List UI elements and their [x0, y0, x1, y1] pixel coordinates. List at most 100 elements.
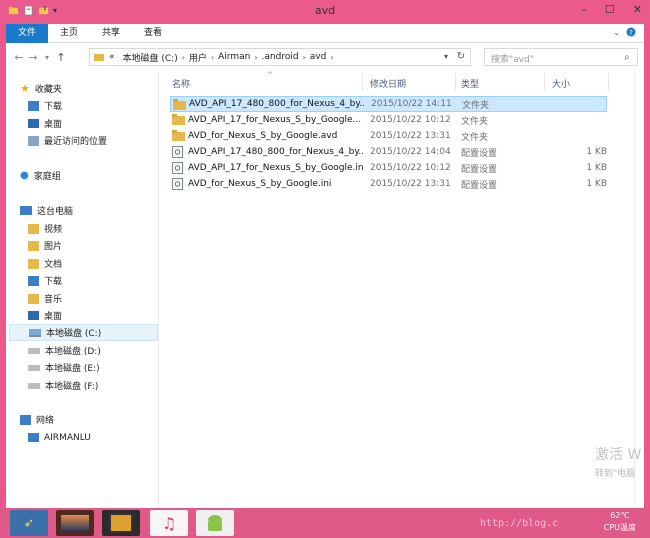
help-icon[interactable]: ? — [626, 27, 636, 37]
folder-icon — [172, 114, 185, 125]
nav-label: 本地磁盘 (E:) — [45, 364, 100, 374]
search-icon[interactable]: ⌕ — [624, 52, 630, 63]
sort-arrow-icon: ^ — [267, 71, 273, 79]
window-title: avd — [314, 4, 336, 17]
column-divider[interactable] — [544, 73, 545, 91]
file-type: 文件夹 — [461, 116, 489, 127]
window-controls: – ☐ ✕ — [581, 3, 642, 16]
nav-drive-c[interactable]: 本地磁盘 (C:) — [9, 324, 158, 341]
nav-drive-e[interactable]: 本地磁盘 (E:) — [28, 359, 100, 376]
nav-label: AIRMANLU — [44, 432, 91, 443]
nav-downloads-fav[interactable]: 下载 — [28, 97, 62, 114]
column-divider[interactable] — [455, 73, 456, 91]
maximize-icon[interactable]: ☐ — [605, 3, 615, 16]
file-type: 配置设置 — [461, 180, 498, 191]
file-name: AVD_for_Nexus_S_by_Google.ini — [188, 179, 332, 189]
nav-homegroup[interactable]: ● 家庭组 — [20, 167, 61, 184]
column-divider[interactable] — [362, 73, 363, 91]
column-type[interactable]: 类型 — [461, 77, 479, 90]
nav-label: 视频 — [44, 225, 63, 235]
tab-home[interactable]: 主页 — [48, 24, 90, 43]
taskbar-app-android[interactable] — [196, 510, 234, 536]
address-bar[interactable]: « 本地磁盘 (C:) › 用户 › Airman › .android › a… — [89, 48, 471, 66]
table-row[interactable]: AVD_API_17_for_Nexus_S_by_Google... 2015… — [170, 112, 607, 128]
nav-downloads[interactable]: 下载 — [28, 272, 62, 289]
nav-music[interactable]: 音乐 — [28, 290, 62, 307]
tab-share[interactable]: 共享 — [90, 24, 132, 43]
taskbar-app-photo[interactable] — [56, 510, 94, 536]
back-arrow-icon[interactable]: ← — [12, 51, 26, 64]
file-name: AVD_API_17_480_800_for_Nexus_4_by... — [188, 147, 363, 157]
chevron-right-icon[interactable]: › — [330, 53, 333, 62]
nav-thispc[interactable]: 这台电脑 — [20, 202, 73, 219]
file-date: 2015/10/22 10:12 — [370, 115, 451, 125]
file-date: 2015/10/22 10:12 — [370, 163, 451, 173]
file-name: AVD_API_17_for_Nexus_S_by_Google... — [188, 115, 362, 125]
download-folder-icon — [28, 100, 39, 111]
ribbon-right: ⌄ ? — [613, 27, 636, 37]
breadcrumb-avd[interactable]: avd — [306, 52, 331, 62]
vertical-scrollbar[interactable] — [634, 71, 644, 508]
cpu-temp-tray[interactable]: 62℃ CPU温度 — [604, 510, 636, 534]
nav-drive-f[interactable]: 本地磁盘 (F:) — [28, 377, 98, 394]
column-date[interactable]: 修改日期 — [370, 77, 406, 90]
pictures-folder-icon — [28, 240, 39, 251]
table-row[interactable]: AVD_for_Nexus_S_by_Google.avd 2015/10/22… — [170, 128, 607, 144]
up-arrow-icon[interactable]: ↑ — [54, 51, 68, 64]
file-size: 1 KB — [586, 163, 607, 173]
recent-chevron-icon[interactable]: ▾ — [40, 53, 54, 62]
breadcrumb-airman[interactable]: Airman — [214, 52, 254, 62]
download-folder-icon — [28, 275, 39, 286]
network-icon — [20, 414, 31, 425]
activation-watermark-sub: 转到"电脑 — [595, 469, 636, 479]
nav-desktop-fav[interactable]: 桌面 — [28, 115, 62, 132]
music-folder-icon — [28, 293, 39, 304]
address-bar-row: ← → ▾ ↑ « 本地磁盘 (C:) › 用户 › Airman › .and… — [6, 43, 644, 71]
table-row[interactable]: AVD_API_17_480_800_for_Nexus_4_by... 201… — [170, 96, 607, 112]
tab-view[interactable]: 查看 — [132, 24, 174, 43]
nav-label: 家庭组 — [33, 172, 61, 182]
table-row[interactable]: AVD_for_Nexus_S_by_Google.ini 2015/10/22… — [170, 176, 607, 192]
expand-ribbon-icon[interactable]: ⌄ — [613, 28, 620, 37]
file-name: AVD_API_17_for_Nexus_S_by_Google.ini — [188, 163, 363, 173]
drive-icon — [28, 364, 40, 371]
column-name[interactable]: 名称 — [172, 77, 190, 90]
address-dropdown-icon[interactable]: ▾ — [444, 52, 448, 61]
taskbar-app-ide[interactable] — [102, 510, 140, 536]
nav-airmanlu[interactable]: AIRMANLU — [28, 429, 91, 446]
table-row[interactable]: AVD_API_17_for_Nexus_S_by_Google.ini 201… — [170, 160, 607, 176]
minimize-icon[interactable]: – — [581, 3, 587, 16]
file-date: 2015/10/22 13:31 — [370, 131, 451, 141]
nav-drive-d[interactable]: 本地磁盘 (D:) — [28, 342, 101, 359]
tab-file[interactable]: 文件 — [6, 23, 48, 43]
column-size[interactable]: 大小 — [552, 77, 570, 90]
nav-desktop[interactable]: 桌面 — [28, 307, 62, 324]
folder-icon — [172, 130, 185, 141]
landscape-icon — [61, 515, 89, 531]
android-icon — [208, 515, 222, 531]
nav-documents[interactable]: 文档 — [28, 255, 62, 272]
breadcrumb-users[interactable]: 用户 — [185, 51, 211, 64]
breadcrumb-android[interactable]: .android — [258, 52, 303, 62]
nav-label: 这台电脑 — [37, 207, 74, 217]
close-icon[interactable]: ✕ — [633, 3, 642, 16]
nav-network[interactable]: 网络 — [20, 411, 54, 428]
table-row[interactable]: AVD_API_17_480_800_for_Nexus_4_by... 201… — [170, 144, 607, 160]
nav-label: 图片 — [44, 242, 63, 252]
column-divider[interactable] — [608, 73, 609, 91]
address-overflow[interactable]: « — [105, 52, 119, 62]
nav-label: 本地磁盘 (F:) — [45, 382, 99, 392]
search-input[interactable]: 搜索"avd" — [484, 48, 638, 66]
nav-pictures[interactable]: 图片 — [28, 237, 62, 254]
nav-videos[interactable]: 视频 — [28, 220, 62, 237]
refresh-icon[interactable]: ↻ — [457, 51, 465, 62]
taskbar-app-music[interactable]: ♫ — [150, 510, 188, 536]
forward-arrow-icon[interactable]: → — [26, 51, 40, 64]
computer-icon — [20, 206, 32, 215]
nav-recent[interactable]: 最近访问的位置 — [28, 132, 107, 149]
nav-favorites[interactable]: ★ 收藏夹 — [20, 80, 62, 97]
breadcrumb-c-drive[interactable]: 本地磁盘 (C:) — [119, 51, 182, 64]
recent-places-icon — [28, 135, 39, 146]
taskbar-app-rocket[interactable]: ➶ — [10, 510, 48, 536]
computer-icon — [28, 433, 39, 442]
